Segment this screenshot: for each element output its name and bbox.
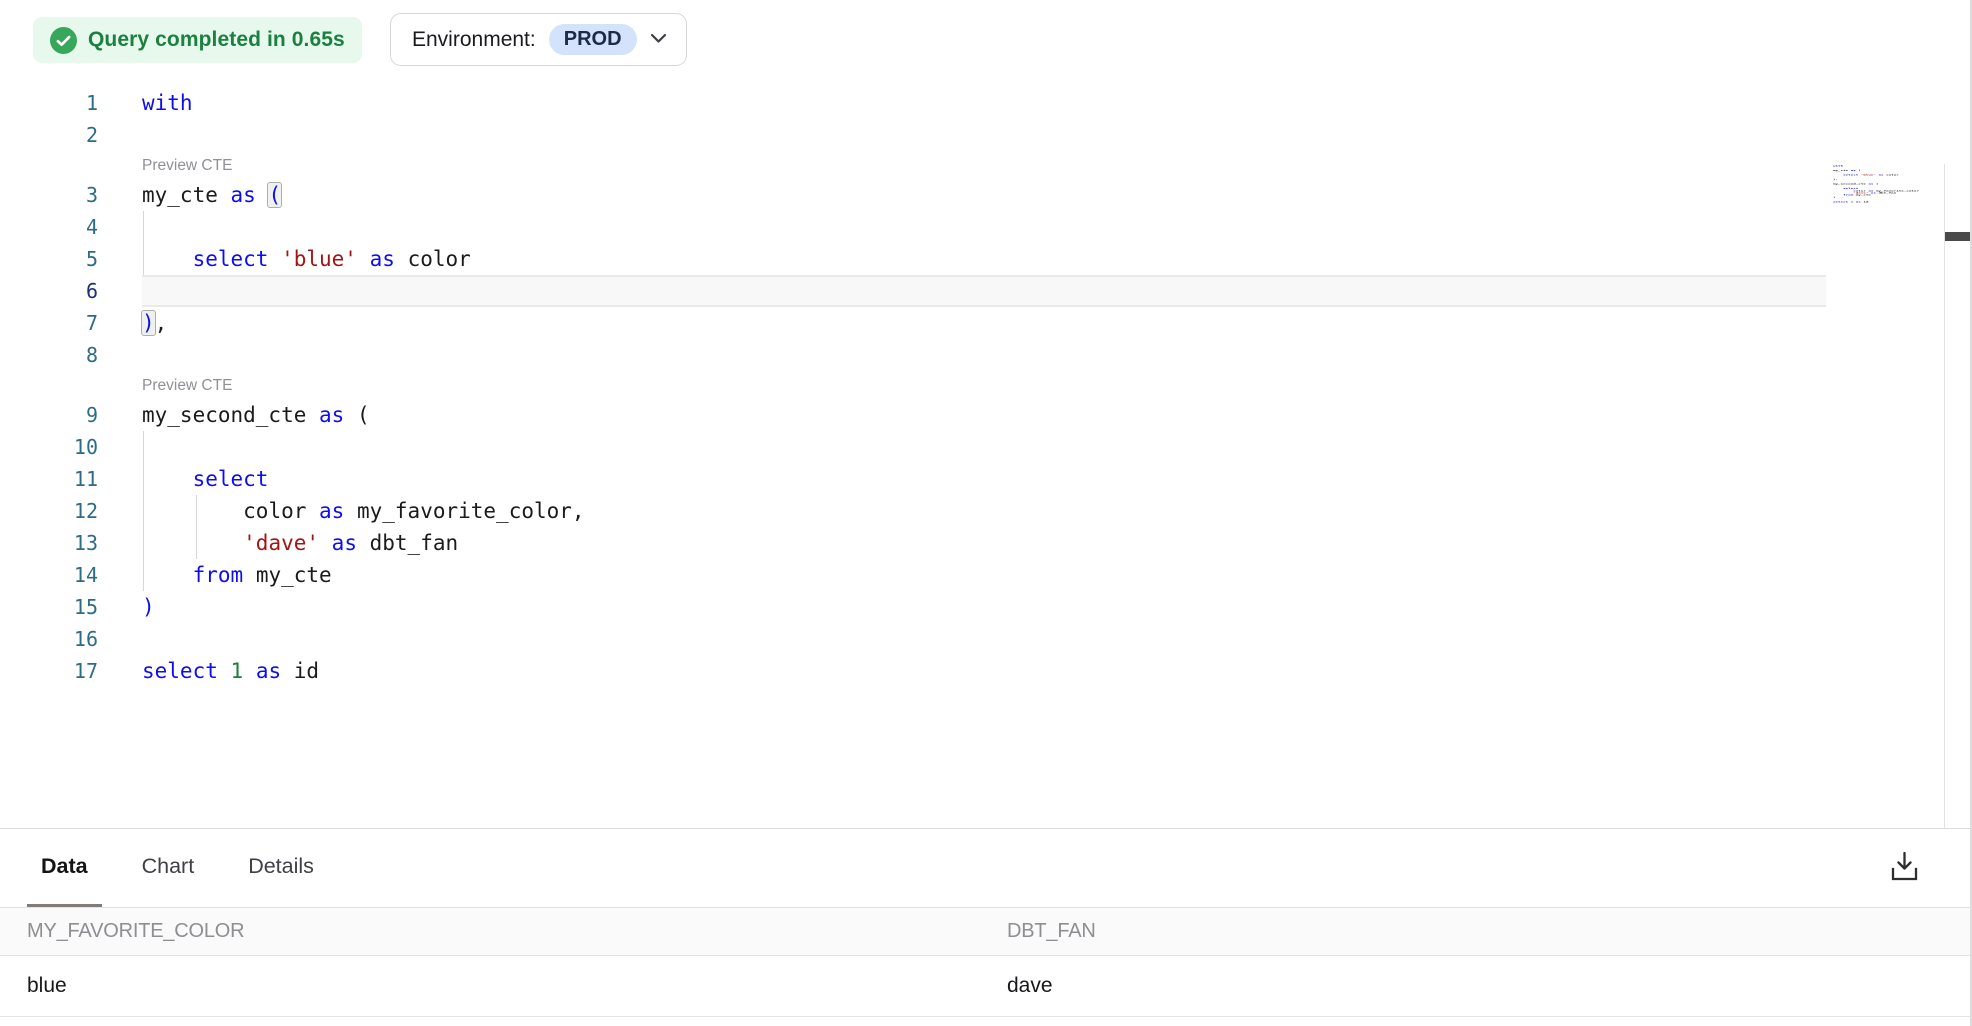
table-header-row: MY_FAVORITE_COLORDBT_FAN (0, 908, 1970, 956)
code-lines: 1with2Preview CTE3my_cte as (45 select '… (0, 87, 1944, 687)
code-line[interactable]: 17 select 1 as id (0, 655, 1944, 687)
line-number: 5 (0, 243, 98, 275)
code-line[interactable]: 14 from my_cte (0, 559, 1944, 591)
download-icon (1889, 871, 1920, 886)
tab-chart[interactable]: Chart (128, 829, 209, 907)
toolbar: Query completed in 0.65s Environment: PR… (0, 0, 1970, 80)
code-text: my_cte as ( (142, 179, 281, 211)
table-cell: dave (980, 956, 1970, 1017)
line-number: 7 (0, 307, 98, 339)
query-status-text: Query completed in 0.65s (88, 28, 345, 52)
line-number: 8 (0, 339, 98, 371)
line-number: 6 (0, 275, 98, 307)
line-number: 13 (0, 527, 98, 559)
line-number: 11 (0, 463, 98, 495)
code-line[interactable]: 7), (0, 307, 1944, 339)
code-line[interactable]: 10 (0, 431, 1944, 463)
column-header: MY_FAVORITE_COLOR (0, 908, 980, 956)
results-tabs: Data Chart Details (0, 829, 1970, 907)
environment-selector[interactable]: Environment: PROD (390, 13, 687, 66)
line-number: 12 (0, 495, 98, 527)
code-line[interactable]: 11 select (0, 463, 1944, 495)
code-line[interactable]: 16 (0, 623, 1944, 655)
code-text: select 1 as id (142, 655, 319, 687)
download-button[interactable] (1885, 846, 1924, 890)
code-text: select (142, 463, 268, 495)
tab-data[interactable]: Data (27, 829, 102, 907)
line-number: 3 (0, 179, 98, 211)
line-number: 17 (0, 655, 98, 687)
table-row[interactable]: bluedave (0, 956, 1970, 1017)
environment-label: Environment: (412, 28, 536, 52)
preview-cte-button[interactable]: Preview CTE (0, 371, 1944, 399)
code-text: my_second_cte as ( (142, 399, 370, 431)
code-text: from my_cte (142, 559, 332, 591)
code-line[interactable]: 5 select 'blue' as color (0, 243, 1944, 275)
line-number: 4 (0, 211, 98, 243)
active-line-highlight (142, 275, 1826, 307)
query-status-badge: Query completed in 0.65s (33, 17, 362, 63)
code-line[interactable]: 9 my_second_cte as ( (0, 399, 1944, 431)
line-number: 1 (0, 87, 98, 119)
code-text: with (142, 87, 193, 119)
results-panel: Data Chart Details MY_FAVORITE_COLORDBT_FA… (0, 828, 1970, 1026)
code-text: 'dave' as dbt_fan (142, 527, 458, 559)
code-editor[interactable]: 1with2Preview CTE3my_cte as (45 select '… (0, 80, 1944, 828)
line-number: 9 (0, 399, 98, 431)
code-line[interactable]: 1 with (0, 87, 1944, 119)
column-header: DBT_FAN (980, 908, 1970, 956)
code-line[interactable]: 4 (0, 211, 1944, 243)
code-line[interactable]: 6 (0, 275, 1944, 307)
code-line[interactable]: 2 (0, 119, 1944, 151)
editor-scrollbar[interactable] (1944, 164, 1970, 908)
minimap[interactable]: withmy_cte as ( select 'blue' as color),… (1833, 165, 1919, 211)
code-line[interactable]: 15) (0, 591, 1944, 623)
code-line[interactable]: 3 my_cte as ( (0, 179, 1944, 211)
chevron-down-icon (650, 31, 667, 49)
line-number: 10 (0, 431, 98, 463)
check-circle-icon (50, 27, 77, 54)
line-number: 16 (0, 623, 98, 655)
scrollbar-marker[interactable] (1945, 232, 1970, 241)
tab-details[interactable]: Details (234, 829, 328, 907)
line-number: 14 (0, 559, 98, 591)
code-text: ), (142, 307, 167, 339)
code-line[interactable]: 13 'dave' as dbt_fan (0, 527, 1944, 559)
code-text: color as my_favorite_color, (142, 495, 585, 527)
environment-value-pill: PROD (549, 24, 637, 55)
line-number: 2 (0, 119, 98, 151)
line-number: 15 (0, 591, 98, 623)
code-line[interactable]: 12 color as my_favorite_color, (0, 495, 1944, 527)
code-text: select 'blue' as color (142, 243, 471, 275)
table-cell: blue (0, 956, 980, 1017)
preview-cte-button[interactable]: Preview CTE (0, 151, 1944, 179)
results-table: MY_FAVORITE_COLORDBT_FAN bluedave (0, 907, 1970, 1017)
query-editor-page: Query completed in 0.65s Environment: PR… (0, 0, 1972, 1026)
code-text: ) (142, 591, 155, 623)
code-line[interactable]: 8 (0, 339, 1944, 371)
